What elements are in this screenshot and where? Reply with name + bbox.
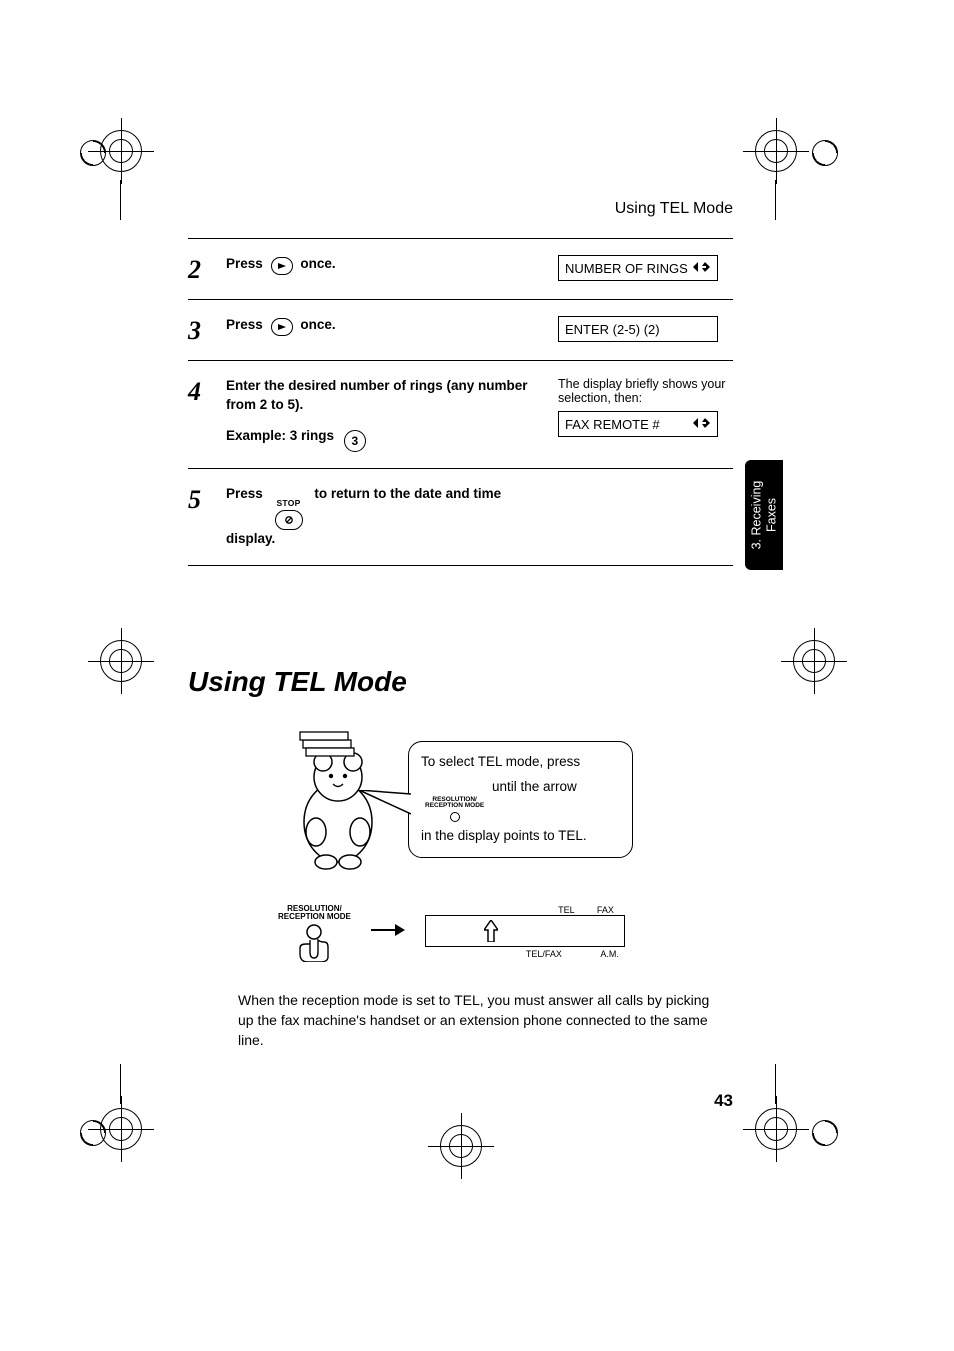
reg-bar — [120, 180, 121, 220]
reg-mark-ml — [100, 640, 142, 682]
step-display: NUMBER OF RINGS — [558, 255, 733, 281]
keypad-3-icon: 3 — [344, 430, 366, 452]
body-paragraph: When the reception mode is set to TEL, y… — [238, 990, 728, 1051]
lcd-display: ENTER (2-5) (2) — [558, 316, 718, 342]
chapter-tab: 3. Receiving Faxes — [745, 460, 783, 570]
text: Press — [226, 256, 263, 271]
step-body: Press STOP to return to the date and tim… — [226, 485, 544, 549]
running-head: Using TEL Mode — [188, 200, 733, 218]
step-display: The display briefly shows your selection… — [558, 377, 733, 437]
press-hand-icon: RESOLUTION/ RECEPTION MODE — [278, 905, 351, 962]
chapter-tab-line1: 3. Receiving — [749, 481, 763, 550]
step-number: 3 — [188, 316, 212, 344]
step-4: 4 Enter the desired number of rings (any… — [188, 360, 733, 468]
step-2: 2 Press once. NUMBER OF RINGS — [188, 239, 733, 299]
step-body: Press once. — [226, 316, 544, 336]
page-content: Using TEL Mode 2 Press once. NUMBER OF R… — [188, 200, 733, 1051]
label-tel: TEL — [558, 905, 575, 915]
arrow-right-icon — [371, 919, 405, 945]
lcd-text: NUMBER OF RINGS — [565, 261, 688, 276]
section-title: Using TEL Mode — [188, 666, 733, 698]
crop-corner-br — [812, 1120, 838, 1151]
lcd-mode-display — [425, 915, 625, 947]
example-label: Example: 3 rings — [226, 428, 334, 443]
stop-button-icon: STOP — [271, 498, 307, 530]
lcd-display: FAX REMOTE # — [558, 411, 718, 437]
text: Press — [226, 317, 263, 332]
note-text: The display briefly shows your selection… — [558, 377, 733, 405]
step-number: 4 — [188, 377, 212, 405]
reg-bar — [775, 1064, 776, 1104]
reg-mark-bc — [440, 1125, 482, 1167]
step-3: 3 Press once. ENTER (2-5) (2) — [188, 299, 733, 360]
stop-label: STOP — [276, 498, 300, 510]
bubble-line2-tail: until the arrow — [492, 779, 577, 794]
text: once. — [300, 256, 335, 271]
reg-mark-tl — [100, 130, 142, 172]
label-telfax: TEL/FAX — [526, 949, 562, 959]
bubble-tail-icon — [359, 790, 411, 818]
reg-bar — [120, 1064, 121, 1104]
steps-box: 2 Press once. NUMBER OF RINGS — [188, 238, 733, 566]
resolution-mode-button-icon: RESOLUTION/ RECEPTION MODE — [425, 797, 484, 823]
reg-mark-tr — [755, 130, 797, 172]
reg-bar — [775, 180, 776, 220]
step-number: 5 — [188, 485, 212, 513]
text: once. — [300, 317, 335, 332]
right-arrow-button-icon — [271, 318, 293, 336]
stop-key-icon — [275, 510, 303, 530]
step-number: 2 — [188, 255, 212, 283]
text: Enter the desired number of rings (any n… — [226, 377, 534, 415]
speech-bubble: To select TEL mode, press RESOLUTION/ RE… — [408, 741, 633, 857]
label-fax: FAX — [597, 905, 614, 915]
res-label2: RECEPTION MODE — [425, 803, 484, 810]
res-label2: RECEPTION MODE — [278, 913, 351, 921]
right-arrow-button-icon — [271, 257, 293, 275]
label-am: A.M. — [600, 949, 619, 959]
step-5: 5 Press STOP to return to the date and t… — [188, 468, 733, 565]
nav-arrows-icon — [693, 416, 711, 433]
step-display: ENTER (2-5) (2) — [558, 316, 733, 342]
lcd-mode-block: TEL FAX TEL/FAX A.M. — [425, 905, 625, 959]
text: to return to the date and time display. — [226, 486, 501, 546]
step-body: Enter the desired number of rings (any n… — [226, 377, 544, 452]
lcd-text: ENTER (2-5) (2) — [565, 322, 660, 337]
bubble-line1: To select TEL mode, press — [421, 752, 620, 772]
lcd-text: FAX REMOTE # — [565, 417, 660, 432]
page-number: 43 — [714, 1091, 733, 1111]
selection-arrow-icon — [484, 920, 498, 945]
button-circle-icon — [450, 812, 460, 822]
reg-mark-mr — [793, 640, 835, 682]
illustration-row: To select TEL mode, press RESOLUTION/ RE… — [278, 722, 733, 877]
step-body: Press once. — [226, 255, 544, 275]
lcd-display: NUMBER OF RINGS — [558, 255, 718, 281]
text: Press — [226, 486, 263, 501]
reg-mark-br — [755, 1108, 797, 1150]
chapter-tab-line2: Faxes — [764, 498, 778, 532]
mode-diagram: RESOLUTION/ RECEPTION MODE TEL FAX — [278, 905, 733, 962]
reg-mark-bl — [100, 1108, 142, 1150]
nav-arrows-icon — [693, 260, 711, 277]
bubble-line3: in the display points to TEL. — [421, 826, 620, 846]
crop-corner-tr — [812, 140, 838, 171]
